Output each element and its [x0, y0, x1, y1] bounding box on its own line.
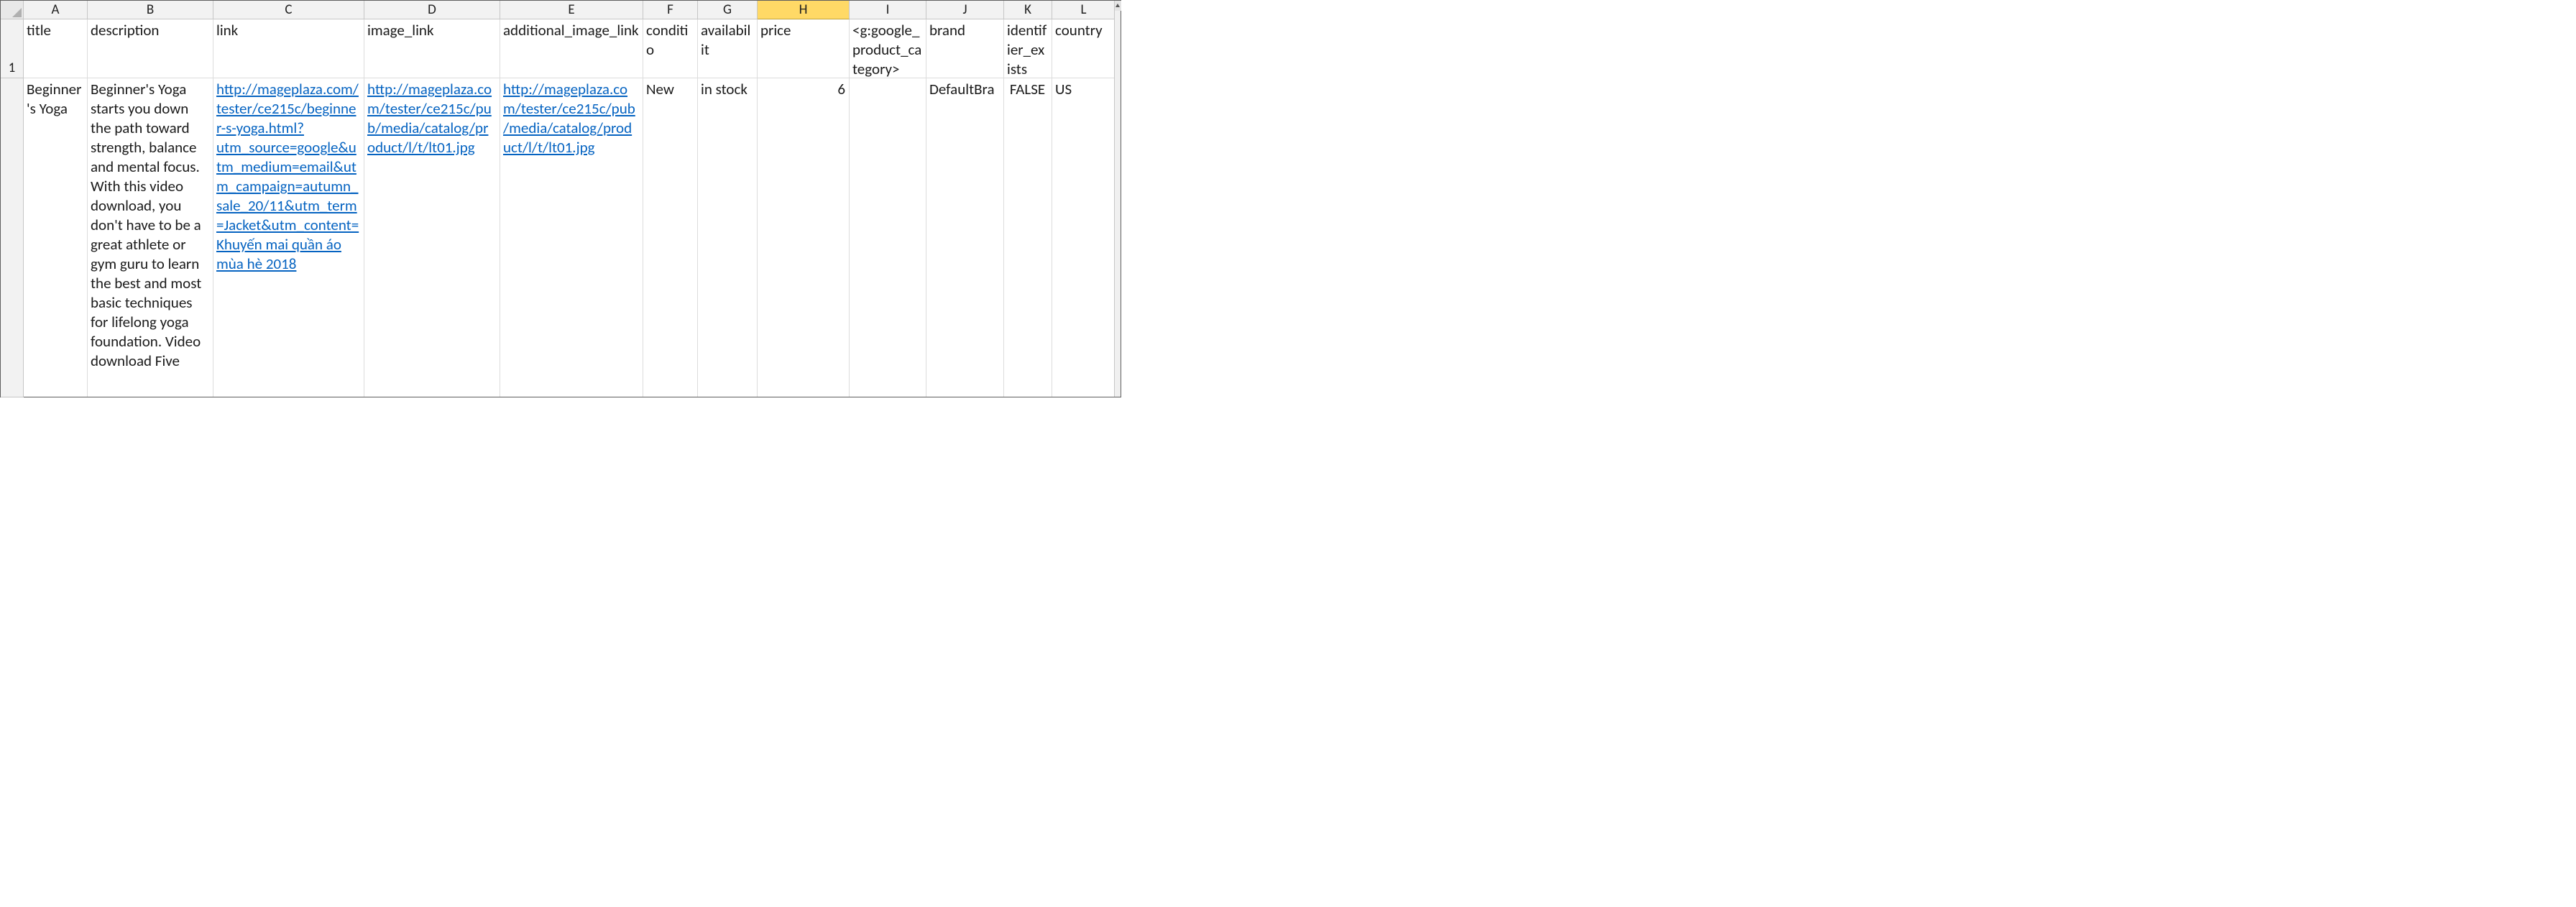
cell-2-A[interactable]: Beginner's Yoga — [24, 78, 88, 397]
row-headers: 1 — [1, 19, 24, 397]
table-row: Beginner's Yoga Beginner's Yoga starts yo… — [24, 78, 1114, 397]
cell-2-E[interactable]: http://mageplaza.com/tester/ce215c/pub/m… — [500, 78, 643, 397]
scroll-up-button[interactable] — [1115, 1, 1121, 11]
cell-text: availabilit — [701, 21, 750, 59]
column-header-E[interactable]: E — [500, 1, 643, 19]
column-header-J[interactable]: J — [926, 1, 1004, 19]
cell-1-J[interactable]: brand — [926, 19, 1004, 78]
row-header-2[interactable] — [1, 78, 24, 397]
column-header-K[interactable]: K — [1004, 1, 1052, 19]
cell-text: conditio — [646, 21, 688, 59]
cell-1-E[interactable]: additional_image_link — [500, 19, 643, 78]
cell-2-H[interactable]: 6 — [758, 78, 850, 397]
row-number: 1 — [9, 60, 16, 76]
cell-text: country — [1055, 21, 1103, 40]
cell-1-G[interactable]: availabilit — [698, 19, 758, 78]
cell-text: US — [1055, 80, 1072, 98]
cell-text: <g:google_product_category> — [852, 21, 921, 78]
spreadsheet: ABCDEFGHIJKL 1 title description link image… — [0, 0, 1121, 397]
cell-1-D[interactable]: image_link — [364, 19, 500, 78]
cell-text: 6 — [837, 80, 845, 98]
hyperlink[interactable]: http://mageplaza.com/tester/ce215c/pub/m… — [503, 80, 635, 157]
cell-1-K[interactable]: identifier_exists — [1004, 19, 1052, 78]
cell-1-B[interactable]: description — [88, 19, 213, 78]
table-row: title description link image_link additional… — [24, 19, 1114, 78]
cell-text: DefaultBra — [929, 80, 995, 98]
column-headers: ABCDEFGHIJKL — [24, 1, 1114, 19]
cell-1-A[interactable]: title — [24, 19, 88, 78]
cell-2-F[interactable]: New — [643, 78, 698, 397]
column-header-G[interactable]: G — [698, 1, 758, 19]
column-header-C[interactable]: C — [213, 1, 364, 19]
cell-text: image_link — [367, 21, 434, 40]
cell-text: Beginner's Yoga starts you down the path… — [91, 80, 201, 370]
cell-1-L[interactable]: country — [1052, 19, 1114, 78]
cell-text: additional_image_link — [503, 21, 639, 40]
cell-text: identifier_exists — [1007, 21, 1046, 78]
cell-text: in stock — [701, 80, 748, 98]
cell-2-L[interactable]: US — [1052, 78, 1114, 397]
hyperlink[interactable]: http://mageplaza.com/tester/ce215c/pub/m… — [367, 80, 492, 157]
hyperlink[interactable]: http://mageplaza.com/tester/ce215c/begin… — [216, 80, 359, 273]
cell-2-B[interactable]: Beginner's Yoga starts you down the path… — [88, 78, 213, 397]
cell-text: title — [27, 21, 51, 40]
cell-text: FALSE — [1010, 80, 1045, 98]
cell-2-J[interactable]: DefaultBra — [926, 78, 1004, 397]
cell-1-C[interactable]: link — [213, 19, 364, 78]
cell-text: price — [760, 21, 791, 40]
column-header-D[interactable]: D — [364, 1, 500, 19]
cell-1-F[interactable]: conditio — [643, 19, 698, 78]
column-header-A[interactable]: A — [24, 1, 88, 19]
grid: title description link image_link additional… — [24, 19, 1114, 397]
cell-text: brand — [929, 21, 965, 40]
select-all-corner[interactable] — [1, 1, 24, 19]
column-header-F[interactable]: F — [643, 1, 698, 19]
cell-2-G[interactable]: in stock — [698, 78, 758, 397]
row-header-1[interactable]: 1 — [1, 19, 24, 78]
column-header-B[interactable]: B — [88, 1, 213, 19]
cell-text: New — [646, 80, 674, 98]
cell-2-C[interactable]: http://mageplaza.com/tester/ce215c/begin… — [213, 78, 364, 397]
cell-1-I[interactable]: <g:google_product_category> — [850, 19, 926, 78]
cell-text: Beginner's Yoga — [27, 80, 81, 118]
vertical-scrollbar[interactable] — [1114, 1, 1121, 397]
column-header-L[interactable]: L — [1052, 1, 1116, 19]
cell-2-K[interactable]: FALSE — [1004, 78, 1052, 397]
cell-2-I[interactable] — [850, 78, 926, 397]
cell-1-H[interactable]: price — [758, 19, 850, 78]
cell-text: link — [216, 21, 238, 40]
cell-text: description — [91, 21, 159, 40]
column-header-I[interactable]: I — [850, 1, 926, 19]
column-header-H[interactable]: H — [758, 1, 850, 19]
cell-2-D[interactable]: http://mageplaza.com/tester/ce215c/pub/m… — [364, 78, 500, 397]
